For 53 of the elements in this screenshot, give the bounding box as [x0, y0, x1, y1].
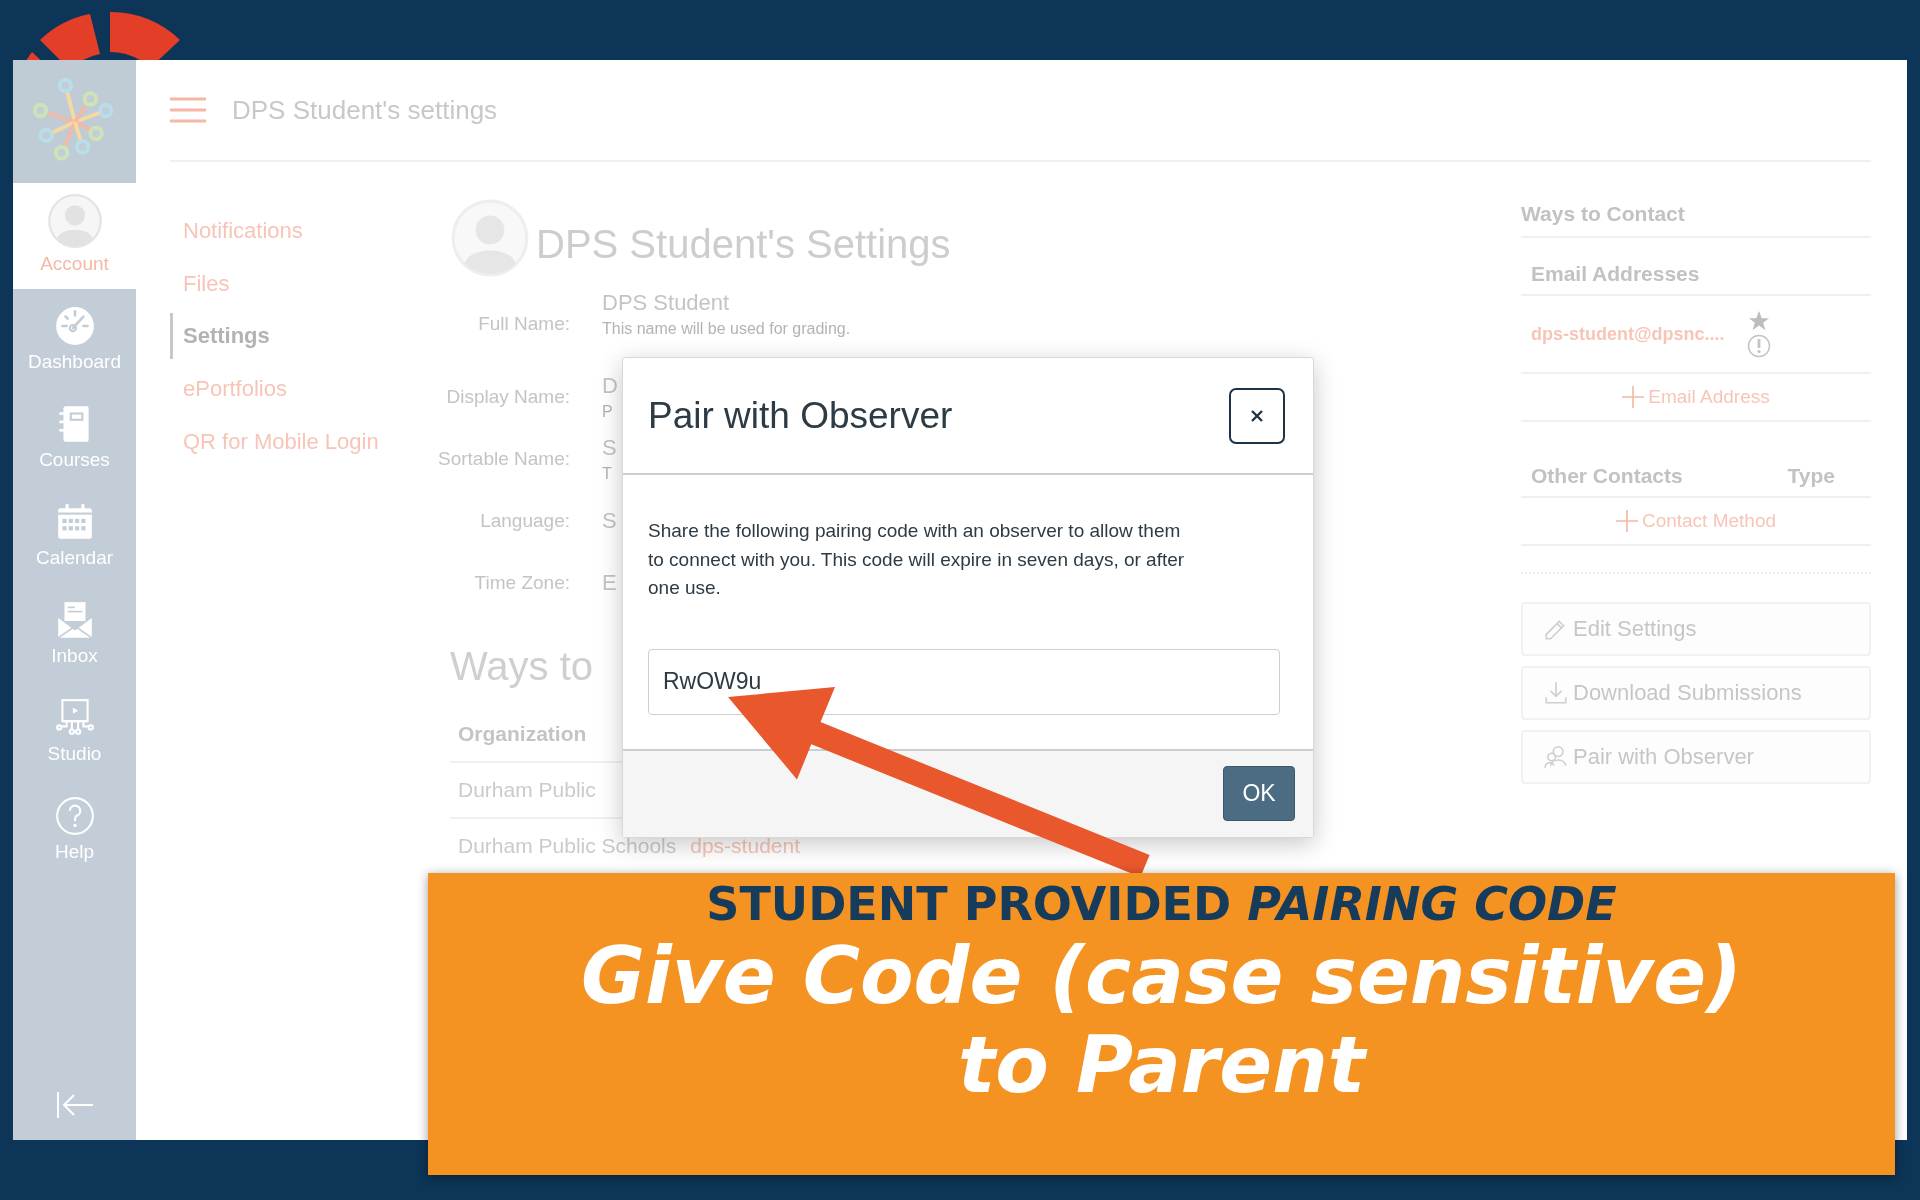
section-heading: Ways to Contact	[1521, 202, 1871, 238]
close-button[interactable]	[1229, 387, 1285, 444]
download-icon	[1543, 680, 1569, 706]
sidebar-item[interactable]: Courses	[13, 387, 136, 485]
collapse-icon[interactable]	[54, 1090, 95, 1120]
sidebar-item[interactable]: Inbox	[13, 583, 136, 681]
help-icon	[53, 795, 96, 837]
field-label: Full Name:	[477, 313, 570, 335]
gauge-icon	[53, 305, 96, 347]
add-email-link[interactable]: Email Address	[1521, 374, 1871, 422]
field-value: S	[602, 435, 617, 461]
field-value: D	[602, 373, 618, 399]
plus-icon	[1615, 510, 1638, 532]
users-icon	[1543, 744, 1569, 770]
field-value: DPS Student	[602, 290, 730, 316]
nav-link[interactable]: Files	[170, 257, 230, 310]
column-header: Other Contacts	[1531, 464, 1683, 488]
pairing-code-field[interactable]: RwOW9u	[648, 648, 1280, 715]
field-hint: This name will be used for grading.	[602, 320, 851, 338]
column-header: Organization	[458, 721, 587, 747]
sidebar-item[interactable]: Studio	[13, 681, 136, 779]
field-label: Sortable Name:	[437, 448, 570, 470]
menu-icon[interactable]	[170, 97, 206, 123]
column-header: Type	[1787, 464, 1835, 488]
ok-button[interactable]: OK	[1223, 766, 1295, 821]
sidebar-item[interactable]: Dashboard	[13, 289, 136, 387]
close-icon	[1249, 407, 1265, 424]
dialog-title: Pair with Observer	[648, 394, 953, 437]
field-value: S	[602, 508, 617, 534]
callout-heading: STUDENT PROVIDED PAIRING CODE	[706, 877, 1617, 933]
field-value: E	[602, 570, 617, 596]
nav-link[interactable]: Settings	[170, 313, 270, 359]
avatar-icon	[46, 193, 103, 249]
nav-link[interactable]: Notifications	[170, 204, 303, 257]
field-label: Time Zone:	[473, 572, 570, 594]
sidebar-item[interactable]: Calendar	[13, 485, 136, 583]
alert-icon	[1746, 334, 1771, 358]
callout-text: Give Code (case sensitive)	[581, 932, 1742, 1022]
field-hint: P	[602, 403, 613, 421]
sidebar-item[interactable]: Account	[13, 183, 136, 289]
sidebar-item[interactable]: Help	[13, 779, 136, 877]
dialog-message: Share the following pairing code with an observer to allow them to connect with you. This code will expire in seven days, or after one use.	[648, 519, 1186, 600]
field-label: Language:	[479, 510, 570, 532]
add-contact-link[interactable]: Contact Method	[1521, 498, 1871, 546]
email-heading: Email Addresses	[1521, 238, 1871, 296]
field-hint: T	[602, 465, 612, 483]
nav-link[interactable]: QR for Mobile Login	[170, 415, 379, 468]
star-icon[interactable]	[1746, 310, 1771, 332]
avatar-icon	[450, 198, 530, 278]
plus-icon	[1622, 386, 1645, 408]
email-link[interactable]: dps-student@dpsnc....	[1531, 323, 1725, 345]
field-label: Display Name:	[445, 386, 570, 408]
nav-link[interactable]: ePortfolios	[170, 362, 287, 415]
